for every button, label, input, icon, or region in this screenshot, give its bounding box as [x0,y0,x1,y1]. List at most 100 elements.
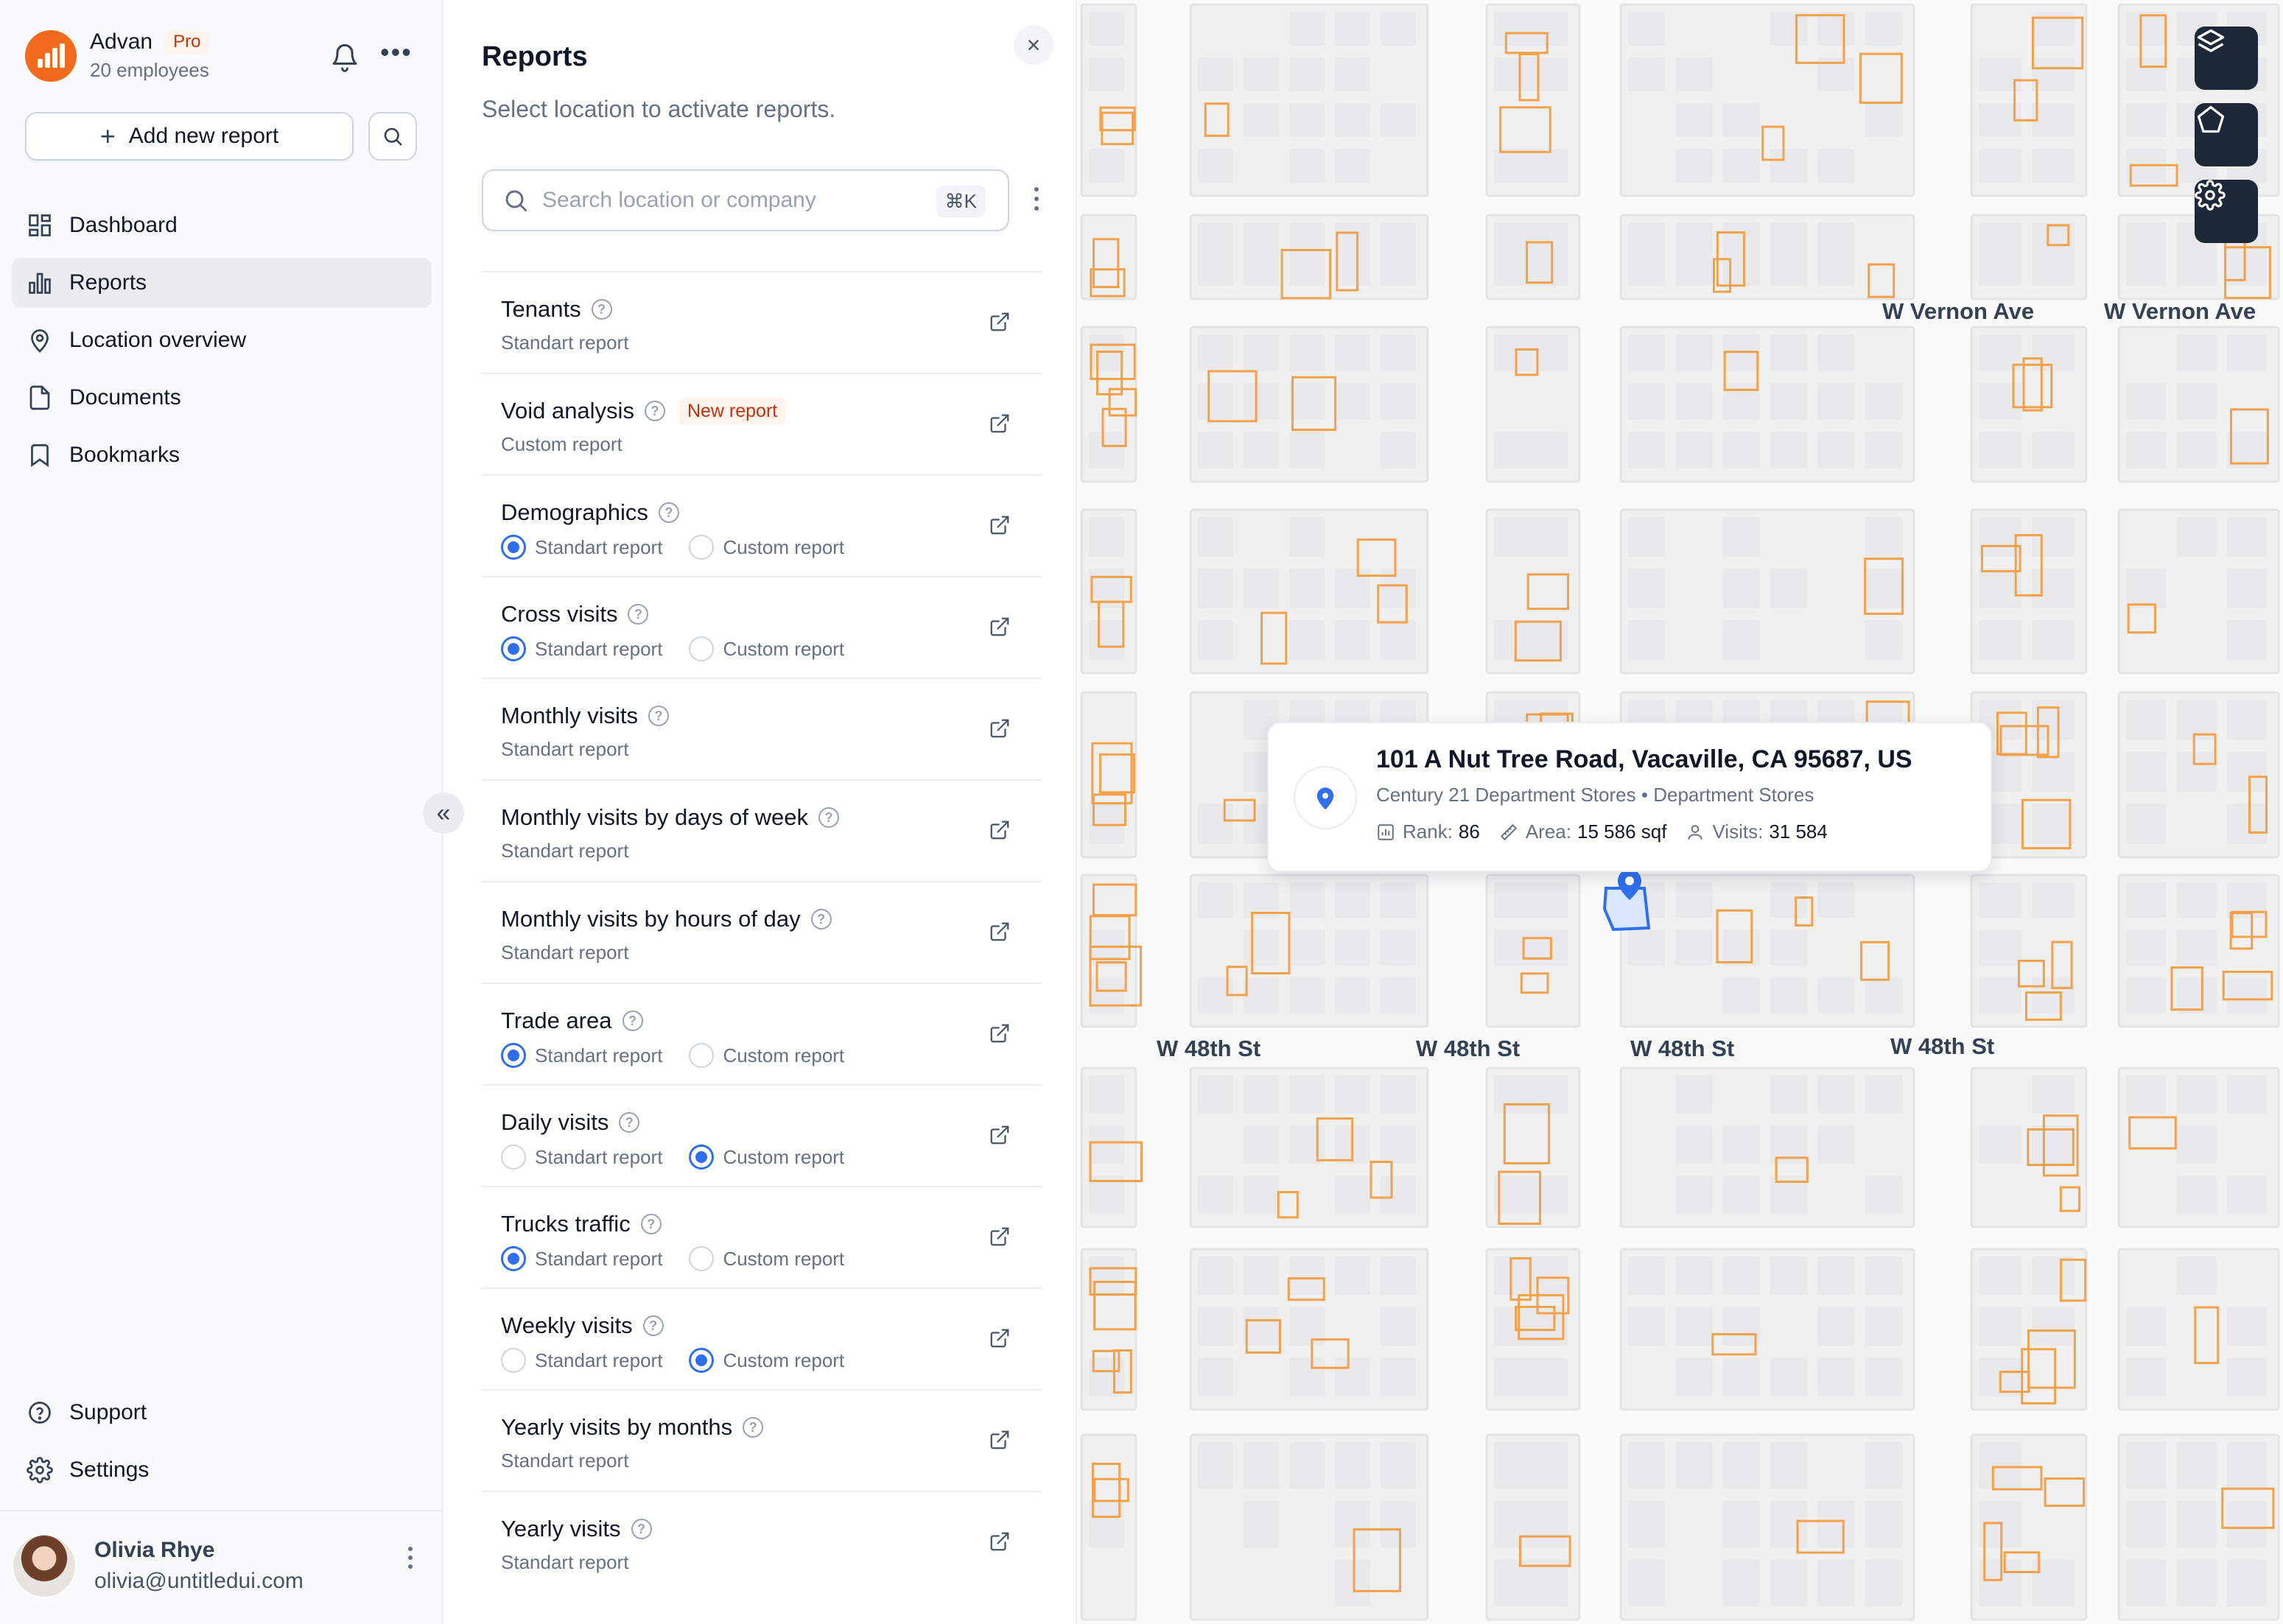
help-icon[interactable]: ? [631,1519,652,1539]
radio-button[interactable] [689,1246,715,1271]
radio-button[interactable] [501,1043,526,1068]
open-report-button[interactable] [989,1226,1011,1251]
radio-button[interactable] [689,636,715,661]
land-parcel [1675,1442,1713,1489]
radio-button[interactable] [501,1246,526,1271]
open-report-button[interactable] [989,1530,1011,1556]
land-parcel [1289,334,1325,371]
report-row[interactable]: Daily visits? Standart report Custom repor… [482,1084,1042,1186]
report-row[interactable]: Yearly visits by months? Standart report [482,1389,1042,1491]
custom-report-option[interactable]: Custom report [689,1348,844,1373]
nav-item-dashboard[interactable]: Dashboard [12,200,432,250]
open-report-button[interactable] [989,412,1011,438]
report-row[interactable]: Yearly visits? Standart report [482,1491,1042,1592]
help-icon[interactable]: ? [810,909,832,929]
close-icon[interactable]: × [1014,25,1053,65]
land-parcel [1979,620,2021,660]
custom-report-option[interactable]: Custom report [689,1043,844,1068]
report-type-radio-group: Standart report Custom report [501,1246,1042,1271]
bell-icon[interactable] [330,41,360,77]
nav-item-reports[interactable]: Reports [12,258,432,308]
radio-button[interactable] [501,1348,526,1373]
land-parcel [1675,1256,1713,1296]
brand[interactable]: Advan Pro 20 employees [25,29,210,82]
help-icon[interactable]: ? [642,1315,664,1336]
open-report-button[interactable] [989,1327,1011,1353]
help-icon[interactable]: ? [628,604,649,625]
custom-report-option[interactable]: Custom report [689,636,844,661]
open-report-button[interactable] [989,514,1011,540]
polygon-draw-button[interactable] [2195,103,2258,166]
advan-logo-icon [25,29,77,82]
radio-button[interactable] [501,1145,526,1170]
nav-item-bookmarks[interactable]: Bookmarks [12,430,432,480]
more-vertical-icon[interactable] [1034,187,1039,211]
land-parcel [1244,1125,1279,1164]
report-row[interactable]: Demographics? Standart report Custom repor… [482,474,1042,576]
add-new-report-button[interactable]: + Add new report [25,112,354,161]
user-profile[interactable]: Olivia Rhye olivia@untitledui.com [12,1533,304,1598]
nav-item-documents[interactable]: Documents [12,373,432,423]
standard-report-option[interactable]: Standart report [501,636,662,661]
open-report-button[interactable] [989,717,1011,743]
help-icon[interactable]: ? [818,807,839,828]
report-row[interactable]: Monthly visits by days of week? Standart … [482,779,1042,881]
help-icon[interactable]: ? [591,299,612,320]
report-row[interactable]: Weekly visits? Standart report Custom repo… [482,1287,1042,1389]
help-icon[interactable]: ? [644,401,665,421]
more-vertical-icon[interactable] [408,1547,413,1569]
report-row[interactable]: Cross visits? Standart report Custom repor… [482,576,1042,678]
open-report-button[interactable] [989,1429,1011,1455]
report-row[interactable]: Trucks traffic? Standart report Custom rep… [482,1186,1042,1287]
open-report-button[interactable] [989,311,1011,337]
standard-report-option[interactable]: Standart report [501,1348,662,1373]
more-horizontal-icon[interactable]: ••• [380,39,413,66]
open-report-button[interactable] [989,1022,1011,1048]
help-icon[interactable]: ? [619,1112,640,1133]
open-report-button[interactable] [989,819,1011,845]
street-label: W Vernon Ave [2104,298,2256,324]
report-row[interactable]: Void analysis? New report Custom report [482,373,1042,474]
help-icon[interactable]: ? [648,706,670,726]
standard-report-option[interactable]: Standart report [501,535,662,560]
user-icon [1688,824,1703,840]
open-report-button[interactable] [989,616,1011,641]
land-parcel [1335,1075,1370,1114]
report-row[interactable]: Trade area? Standart report Custom report [482,983,1042,1084]
nav-item-label: Reports [69,270,147,295]
radio-button[interactable] [501,636,526,661]
search-button[interactable] [368,112,417,161]
location-popup[interactable]: 101 A Nut Tree Road, Vacaville, CA 95687… [1267,722,1992,872]
radio-button[interactable] [689,1348,715,1373]
help-icon[interactable]: ? [622,1010,643,1031]
help-icon[interactable]: ? [640,1214,662,1234]
open-report-button[interactable] [989,921,1011,946]
nav-item-location-overview[interactable]: Location overview [12,315,432,365]
land-parcel [1381,1175,1416,1214]
map-settings-button[interactable] [2195,180,2258,243]
search-input[interactable] [542,188,925,213]
nav-item-settings[interactable]: Settings [12,1445,432,1495]
custom-report-option[interactable]: Custom report [689,535,844,560]
help-icon[interactable]: ? [658,502,679,523]
radio-button[interactable] [689,1145,715,1170]
report-row[interactable]: Monthly visits? Standart report [482,678,1042,779]
layers-button[interactable] [2195,27,2258,90]
custom-report-option[interactable]: Custom report [689,1145,844,1170]
radio-button[interactable] [501,535,526,560]
report-row[interactable]: Monthly visits by hours of day? Standart … [482,881,1042,983]
radio-button[interactable] [689,535,715,560]
radio-button[interactable] [689,1043,715,1068]
collapse-sidebar-icon[interactable]: « [423,792,464,834]
nav-item-support[interactable]: Support [12,1388,432,1438]
land-parcel [1289,517,1325,557]
location-search-field[interactable]: ⌘K [482,169,1009,231]
standard-report-option[interactable]: Standart report [501,1145,662,1170]
standard-report-option[interactable]: Standart report [501,1043,662,1068]
report-row[interactable]: Tenants? Standart report [482,271,1042,373]
open-report-button[interactable] [989,1124,1011,1150]
custom-report-option[interactable]: Custom report [689,1246,844,1271]
external-link-icon [990,922,1009,941]
standard-report-option[interactable]: Standart report [501,1246,662,1271]
help-icon[interactable]: ? [743,1417,764,1438]
